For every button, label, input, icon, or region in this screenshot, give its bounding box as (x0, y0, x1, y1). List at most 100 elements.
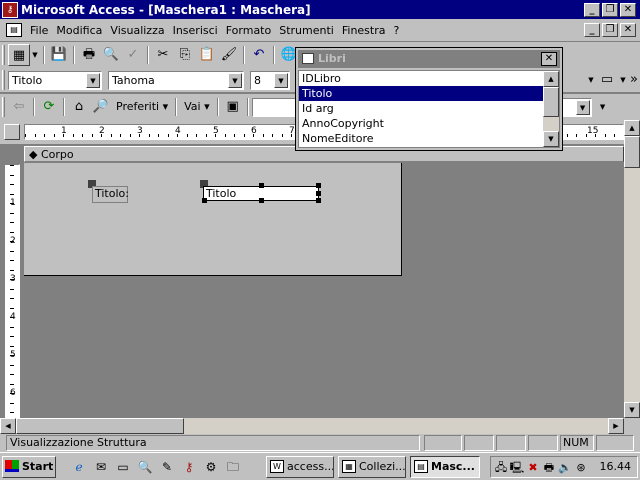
format-painter-icon[interactable]: 🖌 (218, 44, 240, 66)
search-web-icon[interactable]: 🔎 (90, 96, 112, 118)
toolbar-grip[interactable] (2, 70, 5, 90)
close-button[interactable]: ✕ (620, 2, 636, 17)
object-combo[interactable]: Titolo ▼ (8, 70, 102, 90)
doc-minimize-button[interactable]: _ (584, 23, 600, 37)
form-selector[interactable] (4, 124, 20, 140)
print-preview-icon[interactable]: 🔍 (100, 44, 122, 66)
font-combo[interactable]: Tahoma ▼ (108, 70, 244, 90)
ruler-tick (158, 134, 159, 137)
field-list-scroll-thumb[interactable] (543, 87, 559, 117)
view-form-icon[interactable]: ▦ (8, 44, 30, 66)
form-detail-section[interactable] (24, 163, 402, 276)
printer-icon[interactable]: 🖶 (541, 460, 557, 476)
menu-visualizza[interactable]: Visualizza (106, 24, 168, 37)
horizontal-scrollbar[interactable]: ◀ ▶ (0, 418, 624, 434)
ruler-tick (10, 288, 14, 290)
font-size-combo[interactable]: 8 ▼ (250, 70, 290, 90)
doc-restore-button[interactable]: ❐ (602, 23, 618, 37)
go-button[interactable]: Vai ▾ (180, 96, 214, 118)
access-icon[interactable]: ⚷ (180, 458, 198, 476)
copy-icon[interactable]: ⎘ (174, 44, 196, 66)
scroll-left-icon[interactable]: ◀ (0, 418, 16, 434)
disconnected-icon[interactable]: ✖ (525, 460, 541, 476)
document-form-icon[interactable]: ▤ (6, 23, 22, 37)
vertical-scroll-thumb[interactable] (624, 136, 640, 168)
menu-file[interactable]: File (26, 24, 52, 37)
resize-handle[interactable] (316, 183, 321, 188)
internet-explorer-icon[interactable]: ℯ (70, 458, 88, 476)
more-buttons-icon[interactable]: » (628, 69, 640, 91)
network-icon[interactable]: 🖧 (493, 460, 509, 476)
minimize-button[interactable]: _ (584, 2, 600, 17)
cut-icon[interactable]: ✂ (152, 44, 174, 66)
task-button-maschera[interactable]: ▤ Masc... (410, 456, 480, 478)
field-list-titlebar[interactable]: Libri ✕ (298, 50, 560, 68)
outlook-express-icon[interactable]: ✉ (92, 458, 110, 476)
refresh-icon[interactable]: ⟳ (38, 96, 60, 118)
tools-icon[interactable]: ⚙ (202, 458, 220, 476)
titolo-label-control[interactable]: Titolo: (92, 186, 129, 203)
volume-icon[interactable]: 🔈 (557, 460, 573, 476)
field-item[interactable]: AnnoCopyright (299, 116, 544, 131)
field-item[interactable]: NomeEditore (299, 131, 544, 146)
doc-close-button[interactable]: ✕ (620, 23, 636, 37)
scroll-up-icon[interactable]: ▲ (624, 120, 640, 136)
notepad-icon[interactable]: ✎ (158, 458, 176, 476)
field-list-window[interactable]: Libri ✕ IDLibro Titolo Id arg AnnoCopyri… (295, 47, 563, 151)
menu-formato[interactable]: Formato (222, 24, 276, 37)
show-only-web-toolbar-icon[interactable]: ▣ (222, 96, 244, 118)
favorites-button[interactable]: Preferiti ▾ (112, 96, 172, 118)
chevron-down-icon[interactable]: ▼ (86, 72, 100, 88)
clock[interactable]: 16.44 (600, 460, 632, 473)
vertical-scrollbar[interactable]: ▲ ▼ (624, 120, 640, 418)
antivirus-icon[interactable]: ⊛ (573, 460, 589, 476)
toolbar-grip[interactable] (2, 45, 5, 65)
chevron-down-icon[interactable]: ▼ (586, 69, 596, 91)
view-dropdown-icon[interactable]: ▼ (30, 44, 40, 66)
field-item[interactable]: Id arg (299, 101, 544, 116)
scroll-right-icon[interactable]: ▶ (608, 418, 624, 434)
menu-modifica[interactable]: Modifica (52, 24, 106, 37)
chevron-down-icon[interactable]: ▼ (598, 96, 608, 118)
field-list-scrollbar[interactable]: ▲ ▼ (543, 71, 559, 147)
resize-handle[interactable] (259, 183, 264, 188)
horizontal-scroll-thumb[interactable] (16, 418, 184, 434)
field-item[interactable]: IDLibro (299, 71, 544, 86)
scroll-up-icon[interactable]: ▲ (543, 71, 559, 87)
line-border-icon[interactable]: ▭ (596, 69, 618, 91)
toolbar-grip[interactable] (2, 97, 5, 117)
ruler-tick (63, 134, 64, 137)
menu-help[interactable]: ? (390, 24, 404, 37)
scroll-down-icon[interactable]: ▼ (543, 131, 559, 147)
field-list-title: Libri (318, 52, 346, 65)
folder-icon[interactable]: 🗀 (224, 458, 242, 476)
start-button[interactable]: Start (2, 456, 56, 478)
chevron-down-icon[interactable]: ▼ (575, 99, 590, 115)
resize-handle[interactable] (202, 198, 207, 203)
scroll-down-icon[interactable]: ▼ (624, 402, 640, 418)
desktop-icon[interactable]: ▭ (114, 458, 132, 476)
menu-inserisci[interactable]: Inserisci (169, 24, 222, 37)
computer-icon[interactable]: 🖳 (509, 460, 525, 476)
ruler-tick (53, 134, 55, 137)
task-button-access[interactable]: Waccess... (266, 456, 334, 478)
task-button-collezioni[interactable]: ▦ Collezi... (338, 456, 406, 478)
chevron-down-icon[interactable]: ▼ (228, 72, 242, 88)
resize-handle[interactable] (259, 198, 264, 203)
undo-icon[interactable]: ↶ (248, 44, 270, 66)
restore-button[interactable]: ❐ (602, 2, 618, 17)
close-icon[interactable]: ✕ (541, 52, 557, 66)
paste-icon[interactable]: 📋 (196, 44, 218, 66)
chevron-down-icon[interactable]: ▼ (274, 72, 288, 88)
menu-finestra[interactable]: Finestra (338, 24, 390, 37)
save-icon[interactable]: 💾 (48, 44, 70, 66)
search-icon[interactable]: 🔍 (136, 458, 154, 476)
resize-handle[interactable] (316, 191, 321, 196)
menu-strumenti[interactable]: Strumenti (275, 24, 338, 37)
field-item-selected[interactable]: Titolo (299, 86, 544, 101)
print-icon[interactable]: 🖶 (78, 44, 100, 66)
resize-handle[interactable] (316, 198, 321, 203)
vertical-ruler[interactable]: 1 2 3 4 5 6 (4, 164, 20, 419)
home-icon[interactable]: ⌂ (68, 96, 90, 118)
chevron-down-icon[interactable]: ▼ (618, 69, 628, 91)
